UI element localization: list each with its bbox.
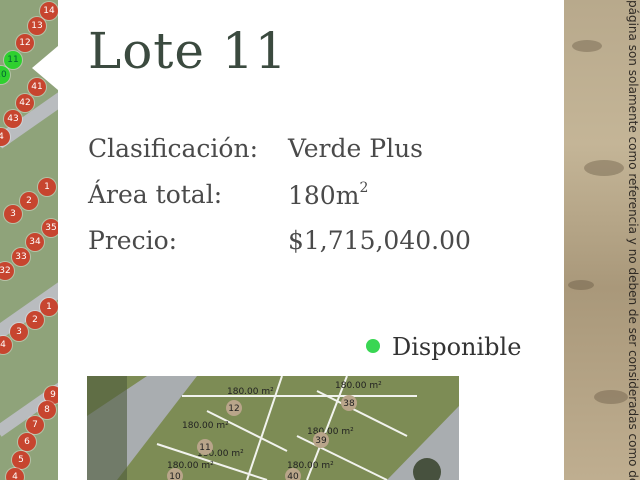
price-label: Precio:	[88, 226, 178, 255]
map-lot-marker[interactable]: 42	[16, 94, 34, 112]
lot-info-card: Lote 11 Clasificación: Verde Plus Área t…	[58, 0, 564, 480]
site-map-strip[interactable]: 14 13 12 11 10 41 42 43 4 1 2 3 34 35 33…	[0, 0, 58, 480]
area-label: Área total:	[88, 180, 223, 209]
map-lot-marker[interactable]: 3	[10, 323, 28, 341]
map-lot-marker[interactable]: 8	[38, 401, 56, 419]
map-lot-marker[interactable]: 3	[4, 205, 22, 223]
price-value: $1,715,040.00	[288, 226, 471, 255]
plan-area-text: 180.00 m²	[227, 387, 274, 397]
status-label: Disponible	[392, 333, 522, 361]
map-lot-marker[interactable]: 33	[12, 248, 30, 266]
plan-area-text: 180.00 m²	[335, 381, 382, 391]
plan-lot-number: 12	[228, 404, 239, 414]
map-lot-marker[interactable]: 2	[26, 311, 44, 329]
terrain-speck	[594, 390, 628, 404]
map-lot-marker[interactable]: 34	[26, 233, 44, 251]
map-lot-marker[interactable]: 35	[42, 219, 58, 237]
area-unit-superscript: 2	[359, 180, 369, 196]
map-lot-marker[interactable]: 43	[4, 110, 22, 128]
plan-area-text: 180.00 m²	[182, 421, 229, 431]
plan-lot-number: 10	[169, 472, 181, 480]
area-value-wrap: 180m2	[288, 180, 368, 210]
classification-value: Verde Plus	[288, 134, 423, 163]
availability-status: Disponible	[366, 333, 521, 361]
status-dot-icon	[366, 339, 380, 353]
map-lot-marker[interactable]: 14	[40, 2, 58, 20]
satellite-strip: página son solamente como referencia y n…	[564, 0, 640, 480]
map-lot-marker-selected[interactable]: 11	[4, 51, 22, 69]
terrain-speck	[584, 160, 624, 176]
lot-plan-image: 180.00 m² 180.00 m² 180.00 m² 180.00 m² …	[87, 376, 459, 480]
plan-lot-number: 11	[199, 443, 210, 453]
plan-lot-number: 40	[287, 472, 299, 480]
map-lot-marker[interactable]: 32	[0, 262, 14, 280]
map-lot-marker[interactable]: 1	[40, 298, 58, 316]
map-lot-marker[interactable]: 10	[0, 66, 10, 84]
pointer-triangle	[32, 46, 58, 90]
classification-label: Clasificación:	[88, 134, 259, 163]
disclaimer-text: página son solamente como referencia y n…	[626, 0, 640, 480]
plan-lot-number: 39	[315, 436, 327, 446]
map-lot-marker[interactable]: 13	[28, 17, 46, 35]
map-lot-marker[interactable]: 5	[12, 451, 30, 469]
area-value: 180m	[288, 181, 360, 210]
map-lot-marker[interactable]: 7	[26, 416, 44, 434]
plan-lot-number: 38	[343, 399, 355, 409]
map-lot-marker[interactable]: 6	[18, 433, 36, 451]
map-lot-marker[interactable]: 1	[38, 178, 56, 196]
terrain-speck	[568, 280, 594, 290]
map-lot-marker[interactable]: 2	[20, 192, 38, 210]
lot-title: Lote 11	[88, 22, 288, 80]
map-lot-marker[interactable]: 4	[0, 336, 12, 354]
plan-area-text: 180.00 m²	[307, 427, 354, 437]
terrain-speck	[572, 40, 602, 52]
map-lot-marker[interactable]: 4	[6, 468, 24, 480]
